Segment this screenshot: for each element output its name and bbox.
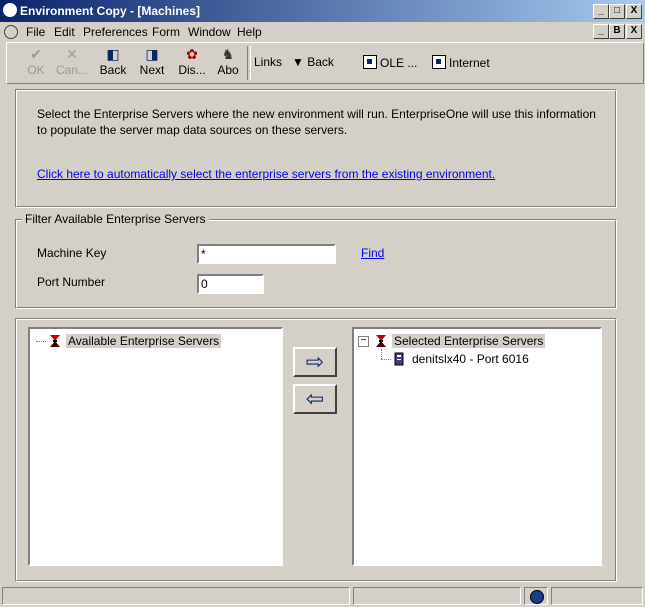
dropdown-arrow-icon: ▼ <box>292 55 304 69</box>
internet-button[interactable]: Internet <box>432 55 490 70</box>
minimize-button[interactable]: _ <box>593 4 609 19</box>
tree-connector <box>36 341 46 342</box>
tree-connector <box>381 359 391 360</box>
instructions-panel: Select the Enterprise Servers where the … <box>15 89 617 208</box>
internet-icon <box>432 55 446 69</box>
toolbar: ✔ OK ✕ Can... ◧ Back ◨ Next ✿ Dis... ♞ A… <box>6 42 644 84</box>
next-button[interactable]: ◨ Next <box>135 45 169 81</box>
machine-key-label: Machine Key <box>37 246 107 260</box>
title-bar: Environment Copy - [Machines] _ □ X <box>0 0 645 22</box>
enterprise-server-icon <box>376 335 386 347</box>
selected-server-item[interactable]: denitslx40 - Port 6016 <box>412 352 529 366</box>
status-cell-end <box>551 587 643 605</box>
app-globe-icon[interactable] <box>3 3 17 17</box>
port-number-input[interactable] <box>197 274 264 294</box>
mdi-restore-button[interactable]: B <box>609 24 625 39</box>
about-icon: ♞ <box>221 46 235 62</box>
filter-group: Filter Available Enterprise Servers Mach… <box>15 212 617 309</box>
add-server-button[interactable]: ⇨ <box>293 347 337 377</box>
menu-file[interactable]: File <box>26 25 45 39</box>
right-arrow-icon: ⇨ <box>305 349 325 374</box>
menu-edit[interactable]: Edit <box>54 25 75 39</box>
tree-connector <box>381 349 382 359</box>
menu-window[interactable]: Window <box>188 25 231 39</box>
display-icon: ✿ <box>186 46 198 62</box>
links-back-button[interactable]: ▼ Back <box>292 55 334 69</box>
left-arrow-icon: ⇦ <box>305 386 325 411</box>
about-button[interactable]: ♞ Abo <box>211 45 245 81</box>
instructions-text: Select the Enterprise Servers where the … <box>37 107 596 137</box>
toolbar-separator <box>247 46 251 80</box>
enterprise-server-icon <box>50 335 60 347</box>
status-cell-main <box>2 587 350 605</box>
back-arrow-icon: ◧ <box>106 46 120 62</box>
menu-preferences[interactable]: Preferences <box>83 25 148 39</box>
menu-help[interactable]: Help <box>237 25 262 39</box>
filter-legend: Filter Available Enterprise Servers <box>22 212 209 226</box>
status-bar <box>0 585 645 607</box>
menu-form[interactable]: Form <box>152 25 180 39</box>
links-label[interactable]: Links <box>254 55 282 69</box>
mdi-minimize-button[interactable]: _ <box>593 24 609 39</box>
find-link[interactable]: Find <box>361 246 384 260</box>
back-button[interactable]: ◧ Back <box>96 45 130 81</box>
status-cell-secondary <box>353 587 521 605</box>
close-button[interactable]: X <box>626 4 642 19</box>
cancel-button[interactable]: ✕ Can... <box>55 45 89 81</box>
status-cell-icon <box>524 587 548 605</box>
next-arrow-icon: ◨ <box>145 46 159 62</box>
document-icon[interactable] <box>4 25 18 39</box>
server-machine-icon <box>394 352 404 366</box>
ole-button[interactable]: OLE ... <box>363 55 417 70</box>
collapse-toggle-icon[interactable]: − <box>358 336 369 347</box>
checkmark-icon: ✔ <box>30 46 42 62</box>
mdi-close-button[interactable]: X <box>626 24 642 39</box>
selected-servers-root[interactable]: Selected Enterprise Servers <box>392 334 546 348</box>
machine-key-input[interactable] <box>197 244 336 264</box>
selected-servers-tree[interactable]: − Selected Enterprise Servers denitslx40… <box>352 327 602 566</box>
display-button[interactable]: ✿ Dis... <box>175 45 209 81</box>
maximize-button[interactable]: □ <box>609 4 625 19</box>
available-servers-root[interactable]: Available Enterprise Servers <box>66 334 222 348</box>
globe-icon <box>530 590 544 604</box>
x-icon: ✕ <box>66 46 78 62</box>
ok-button[interactable]: ✔ OK <box>19 45 53 81</box>
remove-server-button[interactable]: ⇦ <box>293 384 337 414</box>
window-title: Environment Copy - [Machines] <box>20 4 201 18</box>
available-servers-tree[interactable]: Available Enterprise Servers <box>28 327 283 566</box>
menu-bar: File Edit Preferences Form Window Help _… <box>0 22 645 41</box>
port-number-label: Port Number <box>37 275 106 289</box>
auto-select-link[interactable]: Click here to automatically select the e… <box>37 167 495 181</box>
ole-icon <box>363 55 377 69</box>
server-selection-group: Available Enterprise Servers ⇨ ⇦ − Selec… <box>15 318 617 582</box>
